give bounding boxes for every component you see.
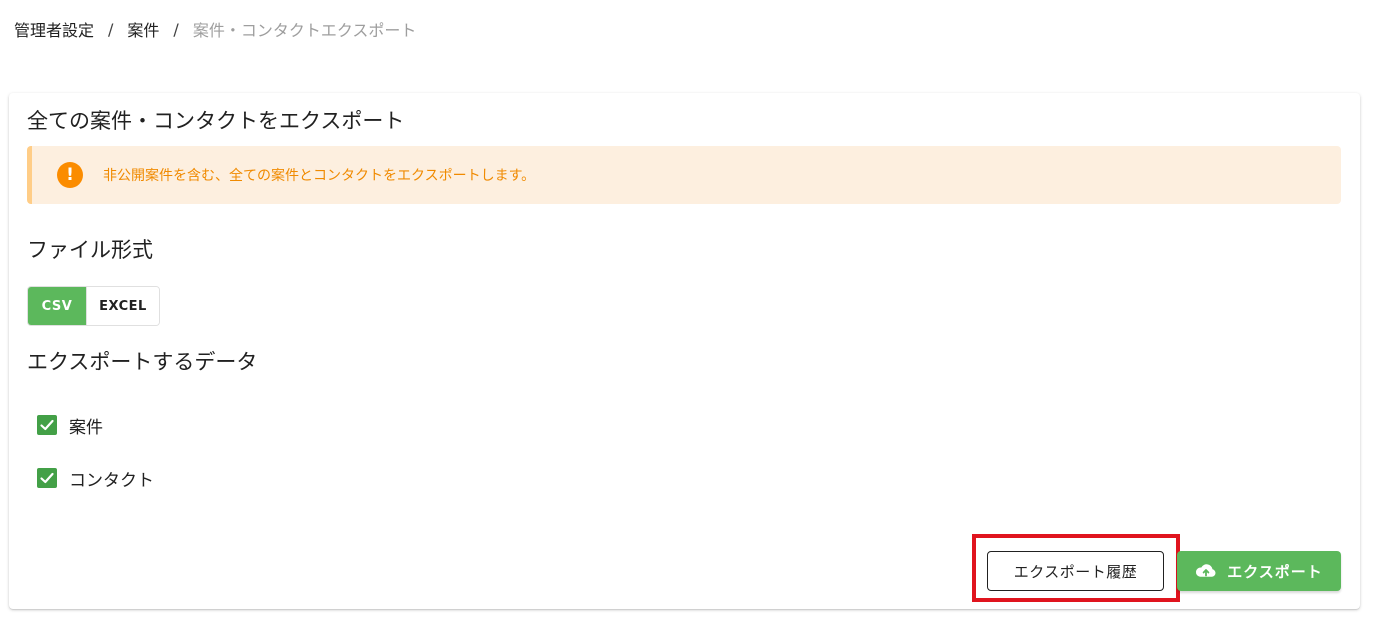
breadcrumb-current-page: 案件・コンタクトエクスポート bbox=[192, 21, 417, 40]
checkbox-label-contacts: コンタクト bbox=[69, 470, 154, 491]
file-format-toggle: CSV EXCEL bbox=[27, 286, 160, 326]
export-button-label: エクスポート bbox=[1227, 562, 1323, 581]
checkbox-row-deals[interactable]: 案件 bbox=[37, 413, 103, 438]
checkbox-deals[interactable] bbox=[37, 415, 57, 435]
cloud-upload-icon bbox=[1195, 563, 1217, 579]
card-title: 全ての案件・コンタクトをエクスポート bbox=[27, 109, 405, 133]
format-excel-button[interactable]: EXCEL bbox=[86, 287, 159, 325]
export-button[interactable]: エクスポート bbox=[1177, 551, 1341, 591]
breadcrumb-separator: / bbox=[173, 19, 179, 39]
exclamation-circle-icon: ! bbox=[57, 162, 83, 188]
export-history-button[interactable]: エクスポート履歴 bbox=[987, 551, 1164, 591]
check-icon bbox=[40, 419, 54, 431]
check-icon bbox=[40, 472, 54, 484]
file-format-title: ファイル形式 bbox=[27, 238, 153, 262]
checkbox-contacts[interactable] bbox=[37, 468, 57, 488]
breadcrumb-separator: / bbox=[108, 19, 114, 39]
export-card: 全ての案件・コンタクトをエクスポート ! 非公開案件を含む、全ての案件とコンタク… bbox=[9, 93, 1360, 609]
format-csv-button[interactable]: CSV bbox=[28, 287, 86, 325]
breadcrumb-deals[interactable]: 案件 bbox=[127, 17, 159, 41]
checkbox-label-deals: 案件 bbox=[69, 417, 103, 438]
export-data-title: エクスポートするデータ bbox=[27, 350, 258, 374]
breadcrumb-admin-settings[interactable]: 管理者設定 bbox=[14, 17, 94, 41]
checkbox-row-contacts[interactable]: コンタクト bbox=[37, 466, 154, 491]
warning-alert: ! 非公開案件を含む、全ての案件とコンタクトをエクスポートします。 bbox=[27, 146, 1341, 204]
breadcrumb: 管理者設定 / 案件 / 案件・コンタクトエクスポート bbox=[14, 17, 417, 41]
alert-text: 非公開案件を含む、全ての案件とコンタクトをエクスポートします。 bbox=[103, 168, 536, 184]
